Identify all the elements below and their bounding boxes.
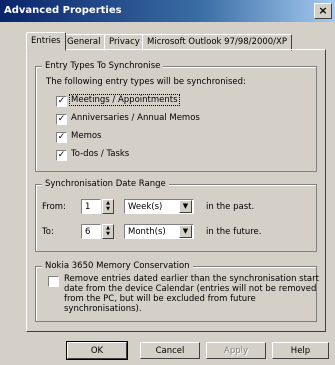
memory-conservation-group: Nokia 3650 Memory Conservation Remove en… bbox=[35, 261, 319, 322]
spin-down-icon[interactable]: ▼ bbox=[103, 231, 113, 237]
meetings-label: Meetings / Appointments bbox=[69, 94, 180, 106]
help-button[interactable]: Help bbox=[272, 342, 329, 359]
memory-legend: Nokia 3650 Memory Conservation bbox=[42, 261, 193, 271]
from-suffix: in the past. bbox=[206, 202, 255, 212]
remove-entries-checkbox[interactable] bbox=[48, 276, 59, 287]
window-title: Advanced Properties bbox=[4, 5, 122, 16]
to-suffix: in the future. bbox=[206, 227, 262, 237]
spin-down-icon[interactable]: ▼ bbox=[103, 206, 113, 212]
dropdown-arrow-icon[interactable]: ▼ bbox=[179, 200, 192, 213]
dropdown-arrow-icon[interactable]: ▼ bbox=[179, 225, 192, 238]
entry-types-legend: Entry Types To Synchronise bbox=[42, 61, 164, 71]
memos-checkbox[interactable]: ✓ bbox=[56, 132, 67, 143]
from-unit-value: Week(s) bbox=[128, 202, 163, 212]
to-value-field[interactable]: 6 bbox=[81, 224, 101, 239]
entry-types-group: Entry Types To Synchronise The following… bbox=[35, 61, 317, 172]
to-unit-value: Month(s) bbox=[128, 227, 166, 237]
anniversaries-label: Anniversaries / Annual Memos bbox=[71, 113, 200, 123]
from-label: From: bbox=[42, 202, 66, 212]
to-spin-buttons[interactable]: ▲ ▼ bbox=[102, 224, 114, 239]
memory-line-4: synchronisations). bbox=[64, 304, 142, 314]
date-range-group: Synchronisation Date Range From: 1 ▲ ▼ W… bbox=[35, 179, 317, 252]
todos-label: To-dos / Tasks bbox=[71, 149, 130, 159]
tab-panel-entries: Entry Types To Synchronise The following… bbox=[26, 49, 326, 332]
apply-button: Apply bbox=[206, 342, 266, 359]
from-value-field[interactable]: 1 bbox=[81, 199, 101, 214]
memory-line-1: Remove entries dated earlier than the sy… bbox=[64, 274, 319, 284]
memos-label: Memos bbox=[71, 131, 102, 141]
entry-types-description: The following entry types will be synchr… bbox=[46, 77, 246, 87]
date-range-legend: Synchronisation Date Range bbox=[42, 179, 169, 189]
to-unit-select[interactable]: Month(s) ▼ bbox=[124, 224, 194, 239]
close-icon[interactable]: × bbox=[314, 3, 332, 19]
todos-checkbox[interactable]: ✓ bbox=[56, 150, 67, 161]
cancel-button[interactable]: Cancel bbox=[140, 342, 200, 359]
title-bar: Advanced Properties × bbox=[0, 0, 335, 22]
from-spin-buttons[interactable]: ▲ ▼ bbox=[102, 199, 114, 214]
from-unit-select[interactable]: Week(s) ▼ bbox=[124, 199, 194, 214]
to-label: To: bbox=[42, 227, 54, 237]
ok-button[interactable]: OK bbox=[66, 341, 128, 360]
anniversaries-checkbox[interactable]: ✓ bbox=[56, 114, 67, 125]
meetings-checkbox[interactable]: ✓ bbox=[56, 96, 67, 107]
memory-line-3: from the PC, but will be excluded from f… bbox=[64, 294, 256, 304]
memory-line-2: date from the device Calendar (entries w… bbox=[64, 284, 317, 294]
tab-entries[interactable]: Entries bbox=[26, 32, 66, 51]
